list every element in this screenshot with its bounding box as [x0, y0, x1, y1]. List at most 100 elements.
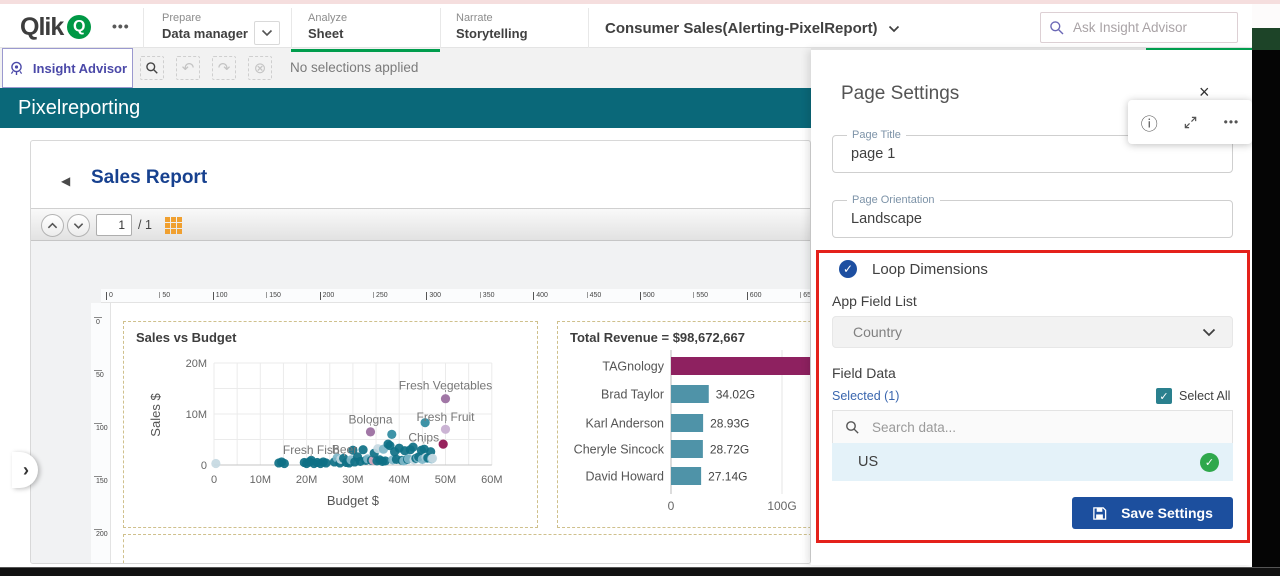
- tab-analyze[interactable]: Analyze Sheet: [308, 12, 347, 42]
- page-up-button[interactable]: [41, 214, 64, 237]
- tab-narrate[interactable]: Narrate Storytelling: [456, 12, 528, 42]
- global-more-icon[interactable]: •••: [112, 18, 130, 34]
- page-number-input[interactable]: [96, 214, 132, 236]
- field-data-search[interactable]: [832, 410, 1233, 443]
- svg-text:100G: 100G: [767, 499, 796, 513]
- search-icon: [845, 420, 860, 435]
- app-field-dropdown[interactable]: Country: [832, 316, 1233, 348]
- ruler-tick: [94, 476, 102, 477]
- scatter-chart-object[interactable]: Sales vs Budget 010M20M010M20M30M40M50M6…: [123, 321, 538, 528]
- active-tab-indicator: [291, 49, 440, 52]
- more-menu-icon[interactable]: •••: [1224, 115, 1240, 129]
- redo-icon[interactable]: ↷: [212, 56, 236, 80]
- qlik-logo[interactable]: Qlik Q: [20, 14, 91, 40]
- field-value-item[interactable]: US✓: [832, 443, 1233, 481]
- insight-advisor-input[interactable]: [1073, 20, 1223, 35]
- ruler-tick: [373, 292, 374, 298]
- insight-advisor-button[interactable]: Insight Advisor: [2, 48, 133, 88]
- ruler-tick-label: 300: [429, 292, 441, 299]
- selected-count-link[interactable]: Selected (1): [832, 389, 899, 403]
- grid-view-icon[interactable]: [165, 217, 182, 239]
- page-orientation-label: Page Orientation: [847, 194, 940, 206]
- window-bottom-bar: [0, 567, 1280, 576]
- ruler-tick: [106, 292, 107, 300]
- next-chart-object[interactable]: [123, 534, 811, 564]
- ruler-tick-label: 100: [216, 292, 228, 299]
- svg-text:0: 0: [211, 474, 217, 486]
- page-total-label: / 1: [138, 218, 152, 232]
- smart-search-icon[interactable]: [140, 56, 164, 80]
- ruler-tick-label: 550: [696, 292, 708, 299]
- window-top-strip: [0, 0, 1280, 4]
- scatter-plot: 010M20M010M20M30M40M50M60MBudget $Sales …: [124, 322, 539, 529]
- ruler-tick-label: 150: [96, 478, 108, 485]
- bar-category-label: Karl Anderson: [585, 417, 664, 431]
- insight-advisor-search[interactable]: [1040, 12, 1238, 43]
- sheet-title-banner: Pixelreporting: [0, 88, 812, 128]
- bar-category-label: David Howard: [585, 470, 664, 484]
- tab-label: Storytelling: [456, 25, 528, 42]
- qlik-logo-text: Qlik: [20, 13, 63, 42]
- select-all-checkbox[interactable]: ✓: [1156, 388, 1172, 404]
- chevron-down-icon: [261, 29, 273, 37]
- prepare-dropdown-button[interactable]: [254, 21, 280, 45]
- save-settings-label: Save Settings: [1121, 505, 1213, 521]
- save-settings-button[interactable]: Save Settings: [1072, 497, 1233, 529]
- scatter-point: [321, 458, 330, 467]
- field-data-search-input[interactable]: [872, 420, 1202, 435]
- svg-text:Budget $: Budget $: [327, 493, 380, 508]
- ruler-tick: [533, 292, 534, 300]
- page-orientation-field[interactable]: Page Orientation Landscape: [832, 200, 1233, 238]
- app-field-value: Country: [853, 324, 902, 340]
- scatter-chart-title: Sales vs Budget: [136, 330, 236, 345]
- ruler-tick: [640, 292, 641, 300]
- bar: [671, 385, 709, 403]
- scatter-point: [428, 454, 437, 463]
- ruler-tick-label: 600: [750, 292, 762, 299]
- app-header: Qlik Q ••• Prepare Data manager Analyze …: [0, 4, 1280, 48]
- ruler-tick: [480, 292, 481, 298]
- page-title-label: Page Title: [847, 129, 906, 141]
- divider: [291, 8, 292, 48]
- tab-prepare[interactable]: Prepare Data manager: [162, 12, 248, 42]
- report-preview-card: ◀ Sales Report / 1 050100150200250300350…: [30, 140, 811, 564]
- loop-dimensions-toggle[interactable]: ✓ Loop Dimensions: [839, 260, 988, 278]
- bar-value-label: 28.93G: [710, 417, 749, 431]
- bar-chart-object[interactable]: Total Revenue = $98,672,667 TAGnologyBra…: [557, 321, 811, 528]
- ruler-tick: [800, 292, 801, 298]
- bar-value-label: 34.02G: [716, 388, 755, 402]
- bar-category-label: Cheryle Sincock: [574, 443, 665, 457]
- chevron-up-icon: [47, 222, 58, 230]
- bar-value-label: 28.72G: [710, 443, 749, 457]
- selected-check-icon: ✓: [1200, 453, 1219, 472]
- svg-text:10M: 10M: [186, 409, 207, 421]
- fullscreen-icon[interactable]: [1183, 115, 1198, 130]
- ruler-tick-label: 150: [269, 292, 281, 299]
- panel-top-border: [811, 48, 1146, 50]
- divider: [588, 8, 589, 48]
- panel-top-border-green: [1146, 48, 1253, 50]
- scatter-point: [439, 439, 448, 448]
- scatter-point: [280, 459, 289, 468]
- bar-value-label: 27.14G: [708, 470, 747, 484]
- page-orientation-value: Landscape: [851, 211, 922, 227]
- search-icon: [145, 61, 159, 75]
- tab-label: Data manager: [162, 25, 248, 42]
- page-down-button[interactable]: [67, 214, 90, 237]
- close-icon[interactable]: ×: [1199, 83, 1210, 101]
- loop-dimensions-checkbox[interactable]: ✓: [839, 260, 857, 278]
- select-all-control[interactable]: ✓ Select All: [1156, 388, 1230, 404]
- scatter-point: [211, 459, 220, 468]
- bar: [671, 467, 701, 485]
- svg-text:10M: 10M: [250, 474, 271, 486]
- app-title-menu[interactable]: Consumer Sales(Alerting-PixelReport): [605, 20, 900, 37]
- insight-advisor-icon: [8, 60, 25, 77]
- vertical-ruler: 050100150200: [91, 303, 111, 564]
- page-navigation-toolbar: / 1: [31, 208, 811, 241]
- app-field-list-label: App Field List: [832, 293, 917, 309]
- clear-selections-icon[interactable]: ⊗: [248, 56, 272, 80]
- undo-icon[interactable]: ↶: [176, 56, 200, 80]
- info-icon[interactable]: ⓘ: [1141, 110, 1158, 135]
- back-icon[interactable]: ◀: [61, 174, 70, 188]
- ruler-tick: [94, 529, 102, 530]
